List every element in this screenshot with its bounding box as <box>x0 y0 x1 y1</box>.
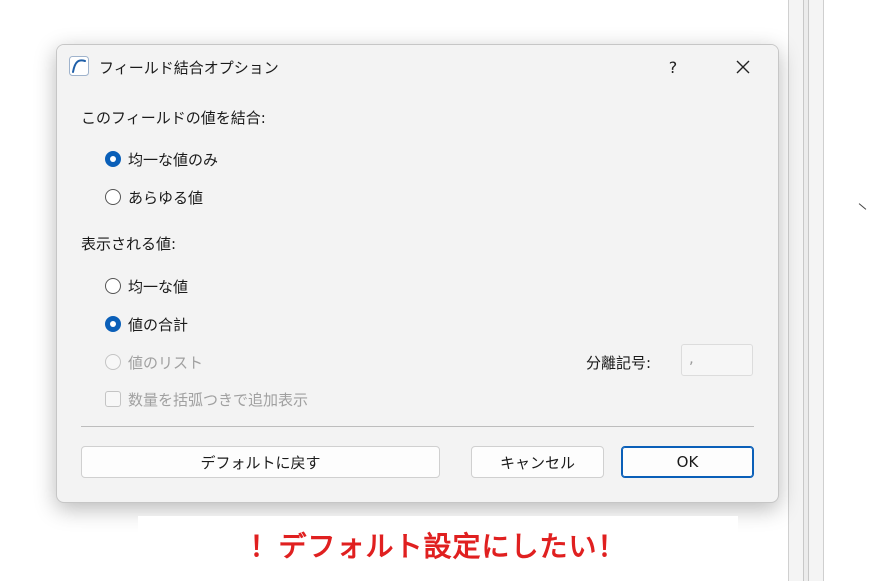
dialog-titlebar: フィールド結合オプション ? <box>57 45 778 87</box>
radio-value-sum[interactable] <box>105 316 121 332</box>
field-combine-options-dialog: フィールド結合オプション ? このフィールドの値を結合: 均一な値のみ あらゆる… <box>56 44 779 503</box>
annotation-banner: ！デフォルト設定にしたい！ <box>138 516 738 573</box>
radio-uniform-value[interactable] <box>105 278 121 294</box>
background-scrollbar-track <box>803 0 809 581</box>
help-icon: ? <box>668 57 678 77</box>
close-icon <box>736 60 750 74</box>
cancel-button[interactable]: キャンセル <box>471 446 604 478</box>
radio-value-list[interactable] <box>105 354 121 370</box>
reset-to-default-button[interactable]: デフォルトに戻す <box>81 446 440 478</box>
show-count-checkbox-label[interactable]: 数量を括弧つきで追加表示 <box>128 389 308 410</box>
annotation-banner-text: ！デフォルト設定にしたい！ <box>249 529 627 563</box>
radio-value-list-label[interactable]: 値のリスト <box>128 352 203 373</box>
help-button[interactable]: ? <box>649 51 697 83</box>
radio-uniform-only-label[interactable]: 均一な値のみ <box>128 149 218 170</box>
radio-uniform-only[interactable] <box>105 151 121 167</box>
combine-section-heading: このフィールドの値を結合: <box>81 109 266 127</box>
background-side-panel <box>788 0 824 581</box>
radio-any-value-label[interactable]: あらゆる値 <box>128 187 203 208</box>
close-button[interactable] <box>719 51 767 83</box>
display-section-heading: 表示される値: <box>81 235 177 253</box>
separator-label: 分離記号: <box>586 354 652 372</box>
radio-any-value[interactable] <box>105 189 121 205</box>
radio-uniform-value-label[interactable]: 均一な値 <box>128 276 188 297</box>
separator-input[interactable]: , <box>681 344 753 376</box>
divider <box>81 426 754 427</box>
show-count-checkbox[interactable] <box>105 391 121 407</box>
app-logo-icon <box>69 56 89 76</box>
background-stroke <box>858 203 867 210</box>
dialog-title: フィールド結合オプション <box>99 59 279 77</box>
ok-button[interactable]: OK <box>621 446 754 478</box>
radio-value-sum-label[interactable]: 値の合計 <box>128 314 188 335</box>
